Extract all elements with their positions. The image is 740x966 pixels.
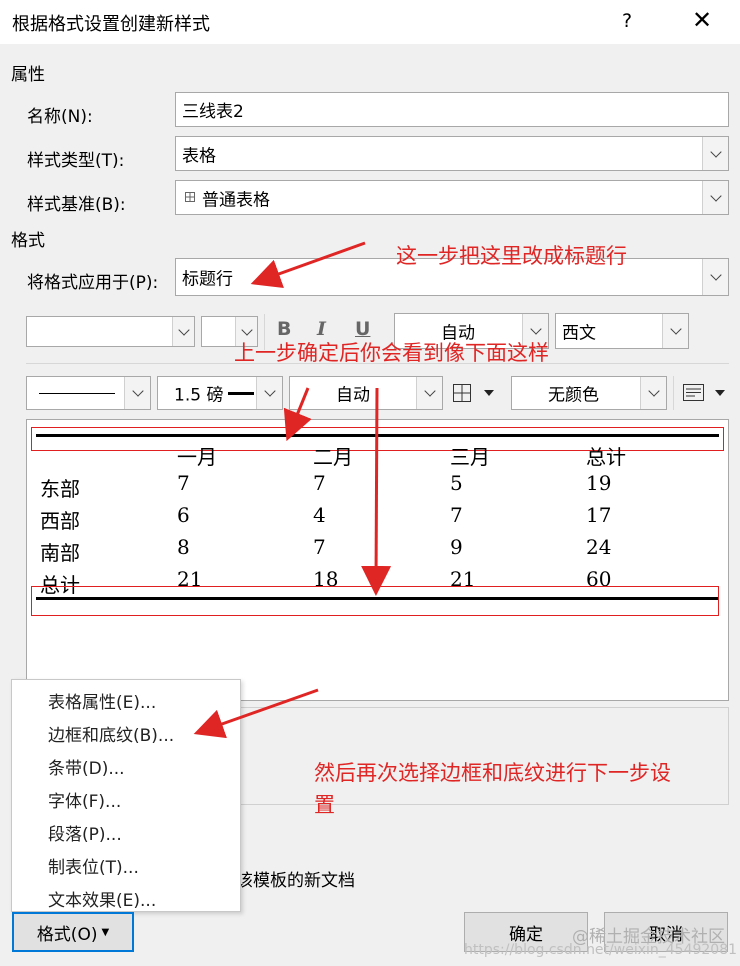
arrow-to-bottom-rule — [361, 387, 392, 596]
arrow-to-header-rule — [283, 387, 312, 442]
arrow-to-apply-to — [250, 241, 366, 289]
annotation-arrows — [193, 241, 392, 739]
arrow-to-borders-item — [193, 688, 319, 739]
